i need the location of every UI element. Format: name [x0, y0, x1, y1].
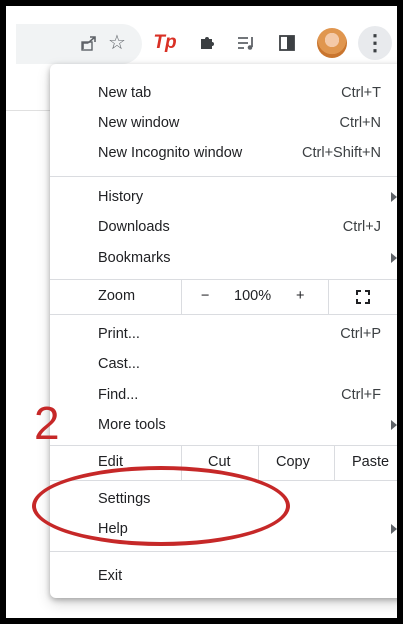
menu-item-label: Exit — [98, 568, 123, 584]
copy-button[interactable]: Copy — [276, 454, 310, 470]
media-queue-icon[interactable] — [232, 28, 262, 58]
step-number-annotation: 2 — [34, 397, 60, 449]
submenu-arrow-icon — [391, 253, 397, 263]
menu-separator — [50, 551, 397, 552]
menu-item-new-tab[interactable]: New tab Ctrl+T — [50, 79, 397, 109]
zoom-level: 100% — [234, 288, 272, 304]
submenu-arrow-icon — [391, 192, 397, 202]
menu-kebab-icon[interactable]: ⋮ — [358, 26, 392, 60]
menu-item-exit[interactable]: Exit — [50, 562, 397, 592]
menu-item-cast[interactable]: Cast... — [50, 350, 397, 380]
menu-item-shortcut: Ctrl+J — [342, 219, 381, 235]
paste-button[interactable]: Paste — [352, 454, 389, 470]
menu-item-print[interactable]: Print... Ctrl+P — [50, 320, 397, 350]
puzzle-icon[interactable] — [192, 28, 222, 58]
side-panel-icon[interactable] — [272, 28, 302, 58]
settings-highlight-ellipse — [32, 466, 290, 546]
menu-item-label: Cast... — [98, 356, 140, 372]
zoom-in-button[interactable]: + — [296, 288, 304, 304]
menu-separator — [50, 314, 397, 315]
menu-item-find[interactable]: Find... Ctrl+F — [50, 381, 397, 411]
menu-item-new-window[interactable]: New window Ctrl+N — [50, 109, 397, 139]
menu-separator — [50, 176, 397, 177]
menu-item-more-tools[interactable]: More tools — [50, 411, 397, 441]
menu-item-shortcut: Ctrl+Shift+N — [302, 145, 381, 161]
menu-item-label: Print... — [98, 326, 140, 342]
menu-item-shortcut: Ctrl+T — [341, 85, 381, 101]
menu-item-label: New window — [98, 115, 180, 131]
menu-item-shortcut: Ctrl+N — [339, 115, 382, 131]
cut-button[interactable]: Cut — [208, 454, 231, 470]
share-icon[interactable] — [74, 28, 104, 58]
zoom-divider — [328, 280, 329, 314]
zoom-divider — [181, 280, 182, 314]
submenu-arrow-icon — [391, 524, 397, 534]
menu-item-label: New tab — [98, 85, 152, 101]
edit-divider — [334, 446, 335, 480]
menu-item-label: New Incognito window — [98, 145, 243, 161]
menu-item-downloads[interactable]: Downloads Ctrl+J — [50, 213, 397, 243]
page-divider — [6, 110, 50, 111]
zoom-label: Zoom — [98, 288, 136, 304]
menu-item-shortcut: Ctrl+F — [341, 387, 381, 403]
zoom-out-button[interactable]: − — [201, 288, 209, 304]
menu-item-bookmarks[interactable]: Bookmarks — [50, 244, 397, 274]
menu-item-label: History — [98, 189, 144, 205]
browser-window: ☆ Tp ⋮ New tab Ctrl+T New window Ctrl+N … — [6, 6, 397, 618]
zoom-row: Zoom − 100% + — [50, 280, 397, 314]
menu-item-shortcut: Ctrl+P — [340, 326, 381, 342]
menu-item-label: Find... — [98, 387, 139, 403]
menu-item-new-incognito[interactable]: New Incognito window Ctrl+Shift+N — [50, 139, 397, 169]
fullscreen-icon[interactable] — [356, 290, 370, 304]
tp-extension-icon[interactable]: Tp — [150, 28, 180, 58]
menu-item-label: More tools — [98, 417, 166, 433]
avatar[interactable] — [317, 28, 347, 58]
menu-item-history[interactable]: History — [50, 183, 397, 213]
menu-item-label: Bookmarks — [98, 250, 171, 266]
edit-divider — [258, 446, 259, 480]
star-icon[interactable]: ☆ — [102, 28, 132, 58]
menu-item-label: Downloads — [98, 219, 170, 235]
submenu-arrow-icon — [391, 420, 397, 430]
